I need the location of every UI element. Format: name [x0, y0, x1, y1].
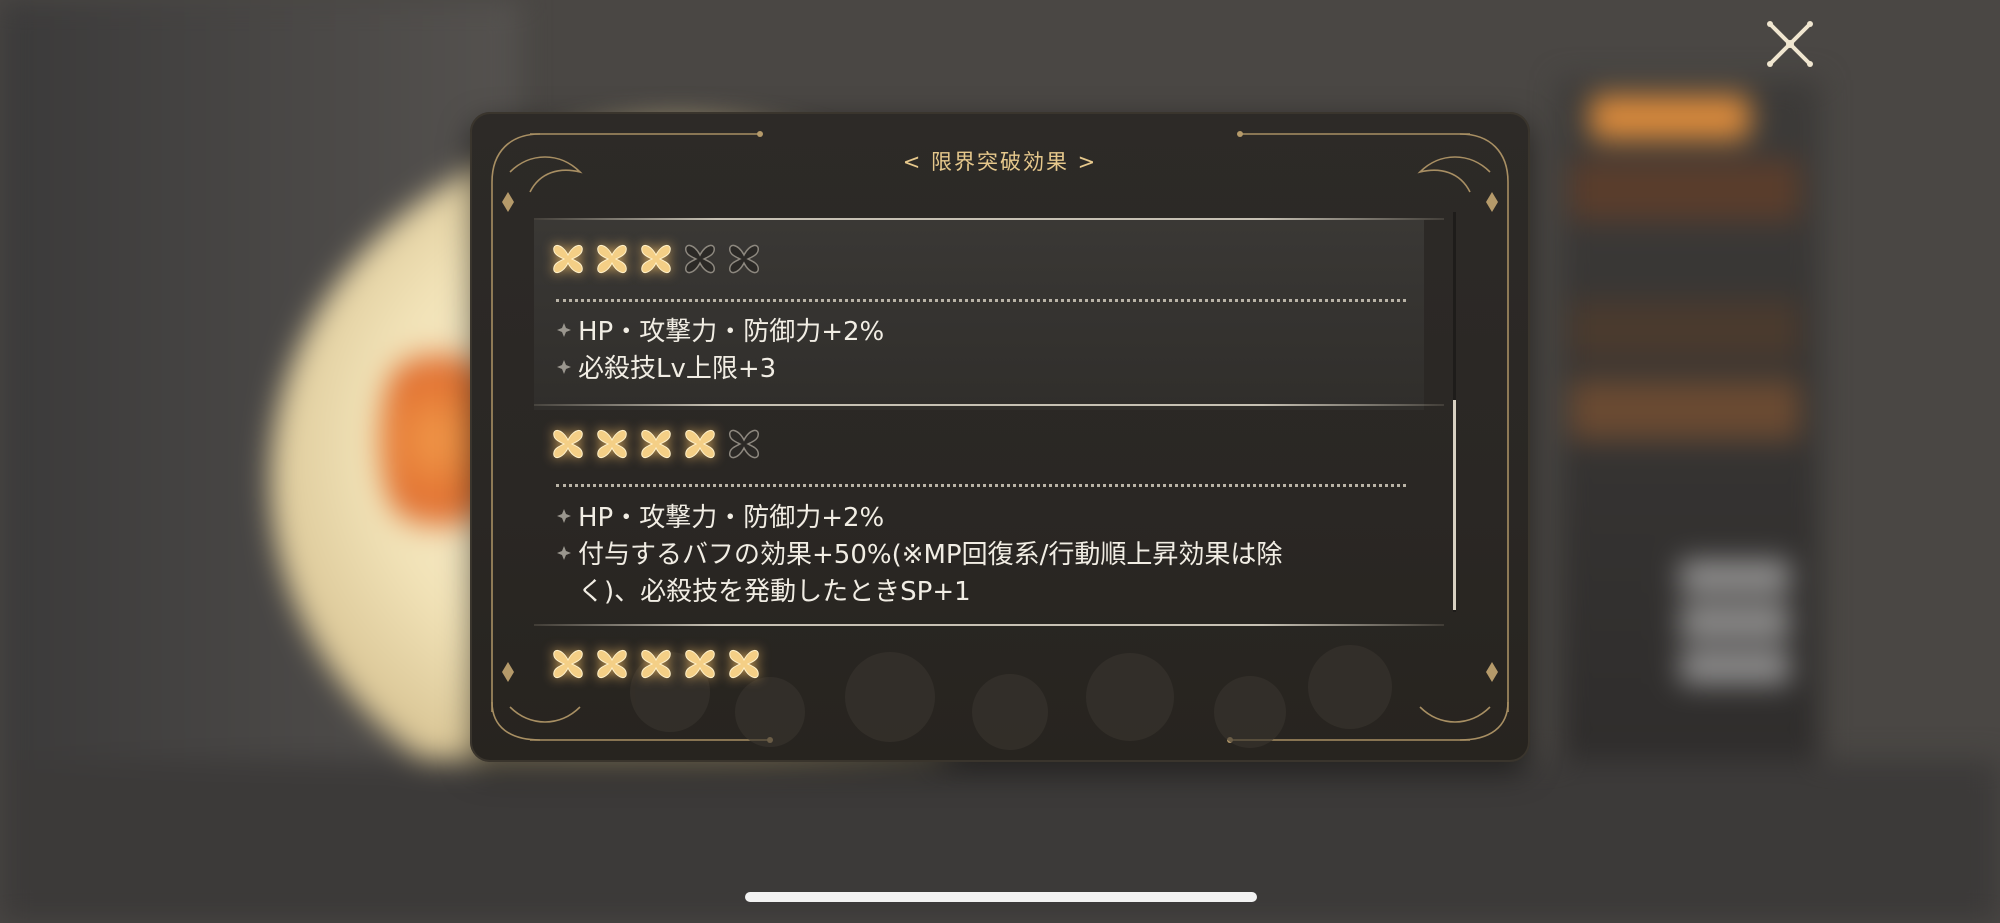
- star-filled-icon: [641, 430, 671, 458]
- star-filled-icon: [553, 650, 583, 678]
- dotted-divider: [556, 484, 1406, 487]
- home-indicator[interactable]: [745, 892, 1257, 902]
- star-filled-icon: [729, 650, 759, 678]
- diamond-bullet-icon: [557, 509, 571, 523]
- star-rating: [548, 644, 764, 684]
- effect-item: HP・攻撃力・防御力+2%: [556, 314, 1386, 351]
- star-filled-icon: [685, 650, 715, 678]
- dotted-divider: [556, 299, 1406, 302]
- star-rating: [548, 424, 764, 464]
- effect-item: 必殺技Lv上限+3: [556, 351, 1386, 388]
- star-filled-icon: [553, 245, 583, 273]
- limit-break-modal: < 限界突破効果 > HP・攻撃力・防御力+2% 必殺技Lv上限+3 HP・攻撃…: [470, 112, 1530, 762]
- effect-item: HP・攻撃力・防御力+2%: [556, 500, 1386, 537]
- star-filled-icon: [597, 430, 627, 458]
- star-filled-icon: [553, 430, 583, 458]
- star-filled-icon: [597, 650, 627, 678]
- scrollbar-thumb[interactable]: [1453, 400, 1456, 610]
- star-filled-icon: [685, 430, 715, 458]
- close-button[interactable]: [1762, 16, 1818, 72]
- diamond-bullet-icon: [557, 360, 571, 374]
- diamond-bullet-icon: [557, 323, 571, 337]
- star-empty-icon: [685, 244, 715, 274]
- star-rating: [548, 239, 764, 279]
- modal-title: < 限界突破効果 >: [902, 150, 1098, 174]
- close-icon: [1767, 21, 1813, 67]
- star-empty-icon: [729, 244, 759, 274]
- star-filled-icon: [641, 245, 671, 273]
- star-filled-icon: [597, 245, 627, 273]
- tier-list[interactable]: HP・攻撃力・防御力+2% 必殺技Lv上限+3 HP・攻撃力・防御力+2% 付与…: [534, 212, 1444, 762]
- star-filled-icon: [641, 650, 671, 678]
- star-empty-icon: [729, 429, 759, 459]
- diamond-bullet-icon: [557, 546, 571, 560]
- effect-item: 付与するバフの効果+50%(※MP回復系/行動順上昇効果は除 く)、必殺技を発動…: [556, 537, 1386, 611]
